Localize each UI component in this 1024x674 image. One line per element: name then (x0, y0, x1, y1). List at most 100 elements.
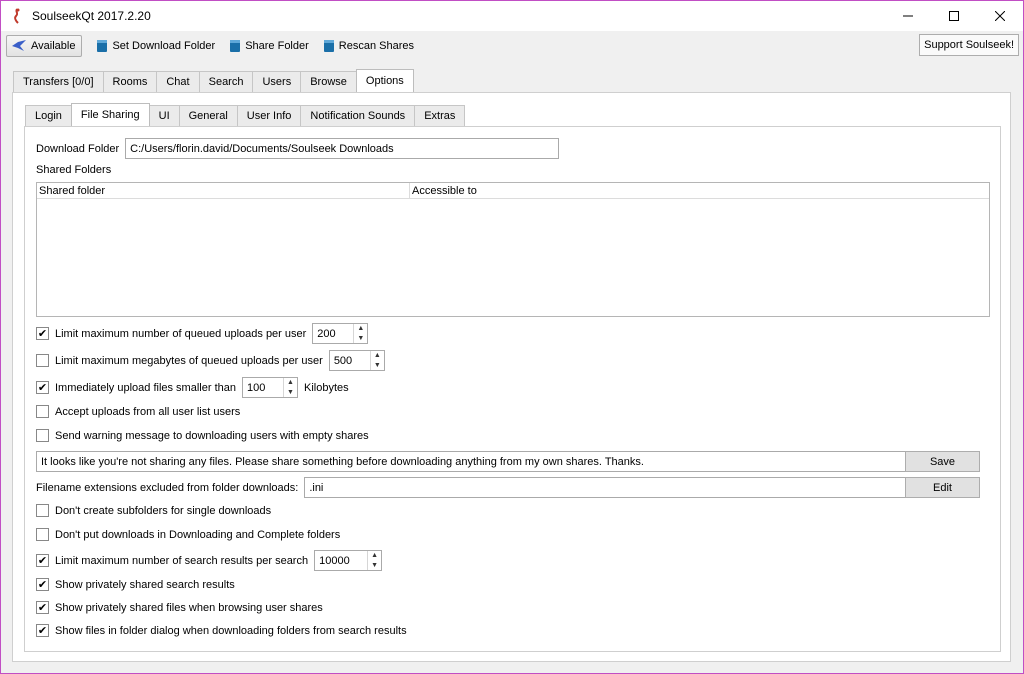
send-warning-label: Send warning message to downloading user… (55, 429, 369, 442)
upload-smaller-row: ✔ Immediately upload files smaller than … (36, 377, 349, 398)
limit-megabytes-checkbox[interactable] (36, 354, 49, 367)
no-subfolders-label: Don't create subfolders for single downl… (55, 504, 272, 517)
excluded-extensions-label: Filename extensions excluded from folder… (36, 481, 299, 494)
options-panel: Login File Sharing UI General User Info … (12, 92, 1011, 662)
download-folder-row: Download Folder C:/Users/florin.david/Do… (36, 138, 560, 159)
tab-transfers[interactable]: Transfers [0/0] (13, 71, 104, 92)
file-sharing-panel: Download Folder C:/Users/florin.david/Do… (24, 126, 1001, 652)
set-download-folder-label: Set Download Folder (112, 40, 216, 52)
spin-up-icon[interactable]: ▲ (284, 378, 297, 388)
column-shared-folder[interactable]: Shared folder (37, 183, 410, 199)
no-put-downloads-label: Don't put downloads in Downloading and C… (55, 528, 341, 541)
no-subfolders-checkbox[interactable] (36, 504, 49, 517)
tab-login[interactable]: Login (25, 105, 72, 126)
limit-search-results-row: ✔ Limit maximum number of search results… (36, 550, 383, 571)
download-folder-input[interactable]: C:/Users/florin.david/Documents/Soulseek… (125, 138, 560, 159)
tab-notification-sounds[interactable]: Notification Sounds (300, 105, 416, 126)
available-button[interactable]: Available (6, 35, 83, 57)
limit-queued-uploads-row: ✔ Limit maximum number of queued uploads… (36, 323, 369, 344)
shared-folders-table[interactable]: Shared folder Accessible to (36, 182, 990, 317)
limit-megabytes-spinbox[interactable]: 500 ▲ ▼ (328, 350, 385, 371)
spin-up-icon[interactable]: ▲ (368, 551, 381, 561)
main-tab-bar: Transfers [0/0] Rooms Chat Search Users … (13, 69, 414, 92)
minimize-button[interactable] (885, 1, 931, 31)
rescan-shares-button[interactable]: Rescan Shares (317, 35, 420, 57)
send-warning-checkbox[interactable] (36, 429, 49, 442)
spinbox-arrows[interactable]: ▲ ▼ (282, 378, 297, 398)
tab-extras[interactable]: Extras (414, 105, 466, 126)
spinbox-arrows[interactable]: ▲ ▼ (353, 324, 367, 343)
download-folder-label: Download Folder (36, 142, 120, 155)
send-warning-row: Send warning message to downloading user… (36, 429, 369, 442)
share-folder-button[interactable]: Share Folder (223, 35, 315, 57)
limit-search-results-checkbox[interactable]: ✔ (36, 554, 49, 567)
show-files-dialog-row: ✔ Show files in folder dialog when downl… (36, 624, 407, 637)
upload-smaller-label: Immediately upload files smaller than (55, 381, 236, 394)
toolbar: Available Set Download Folder Share Fold… (1, 31, 1023, 61)
accept-uploads-checkbox[interactable] (36, 405, 49, 418)
spin-down-icon[interactable]: ▼ (368, 561, 381, 571)
show-private-browse-label: Show privately shared files when browsin… (55, 601, 323, 614)
tab-users[interactable]: Users (252, 71, 302, 92)
spin-up-icon[interactable]: ▲ (354, 324, 367, 334)
maximize-icon (949, 11, 959, 21)
limit-megabytes-row: Limit maximum megabytes of queued upload… (36, 350, 385, 371)
bucket-icon (230, 40, 241, 52)
show-files-dialog-checkbox[interactable]: ✔ (36, 624, 49, 637)
bucket-icon (97, 40, 108, 52)
save-button[interactable]: Save (905, 451, 980, 472)
title-bar: SoulseekQt 2017.2.20 (1, 1, 1023, 31)
options-tab-bar: Login File Sharing UI General User Info … (25, 103, 466, 126)
no-subfolders-row: Don't create subfolders for single downl… (36, 504, 271, 517)
warning-message-row: It looks like you're not sharing any fil… (36, 451, 910, 472)
spinbox-arrows[interactable]: ▲ ▼ (369, 351, 384, 371)
close-button[interactable] (977, 1, 1023, 31)
rescan-shares-label: Rescan Shares (338, 40, 414, 52)
close-icon (995, 11, 1005, 21)
edit-button[interactable]: Edit (905, 477, 980, 498)
available-label: Available (31, 40, 76, 52)
spin-down-icon[interactable]: ▼ (284, 388, 297, 398)
show-private-search-checkbox[interactable]: ✔ (36, 578, 49, 591)
show-private-search-row: ✔ Show privately shared search results (36, 578, 235, 591)
tab-options[interactable]: Options (355, 69, 414, 92)
tab-user-info[interactable]: User Info (236, 105, 302, 126)
upload-smaller-checkbox[interactable]: ✔ (36, 381, 49, 394)
no-put-downloads-checkbox[interactable] (36, 528, 49, 541)
accept-uploads-label: Accept uploads from all user list users (55, 405, 241, 418)
bucket-icon (323, 40, 334, 52)
shared-folders-label: Shared Folders (36, 164, 112, 176)
spinbox-value: 10000 (319, 554, 350, 567)
limit-queued-uploads-label: Limit maximum number of queued uploads p… (55, 327, 307, 340)
app-window: SoulseekQt 2017.2.20 Available Set Downl… (0, 0, 1024, 674)
tab-chat[interactable]: Chat (156, 71, 200, 92)
maximize-button[interactable] (931, 1, 977, 31)
show-private-browse-row: ✔ Show privately shared files when brows… (36, 601, 323, 614)
show-private-browse-checkbox[interactable]: ✔ (36, 601, 49, 614)
limit-queued-uploads-spinbox[interactable]: 200 ▲ ▼ (312, 323, 369, 344)
limit-search-results-spinbox[interactable]: 10000 ▲ ▼ (314, 550, 383, 571)
tab-file-sharing[interactable]: File Sharing (70, 103, 150, 126)
spin-up-icon[interactable]: ▲ (371, 351, 384, 361)
soulseek-bird-icon (14, 8, 20, 24)
spinbox-value: 200 (317, 327, 336, 340)
column-accessible-to[interactable]: Accessible to (410, 183, 477, 199)
spinbox-value: 100 (246, 381, 266, 394)
tab-general[interactable]: General (178, 105, 238, 126)
show-private-search-label: Show privately shared search results (55, 578, 235, 591)
excluded-extensions-input[interactable]: .ini (304, 477, 934, 498)
spinbox-arrows[interactable]: ▲ ▼ (367, 551, 381, 570)
tab-search[interactable]: Search (198, 71, 254, 92)
spin-down-icon[interactable]: ▼ (354, 334, 367, 344)
upload-smaller-spinbox[interactable]: 100 ▲ ▼ (241, 377, 298, 398)
tab-browse[interactable]: Browse (300, 71, 357, 92)
limit-megabytes-label: Limit maximum megabytes of queued upload… (55, 354, 323, 367)
warning-message-input[interactable]: It looks like you're not sharing any fil… (36, 451, 910, 472)
show-files-dialog-label: Show files in folder dialog when downloa… (55, 624, 407, 637)
tab-ui[interactable]: UI (148, 105, 180, 126)
spin-down-icon[interactable]: ▼ (371, 361, 384, 371)
tab-rooms[interactable]: Rooms (102, 71, 158, 92)
limit-queued-uploads-checkbox[interactable]: ✔ (36, 327, 49, 340)
set-download-folder-button[interactable]: Set Download Folder (90, 35, 221, 57)
support-soulseek-button[interactable]: Support Soulseek! (919, 34, 1019, 56)
